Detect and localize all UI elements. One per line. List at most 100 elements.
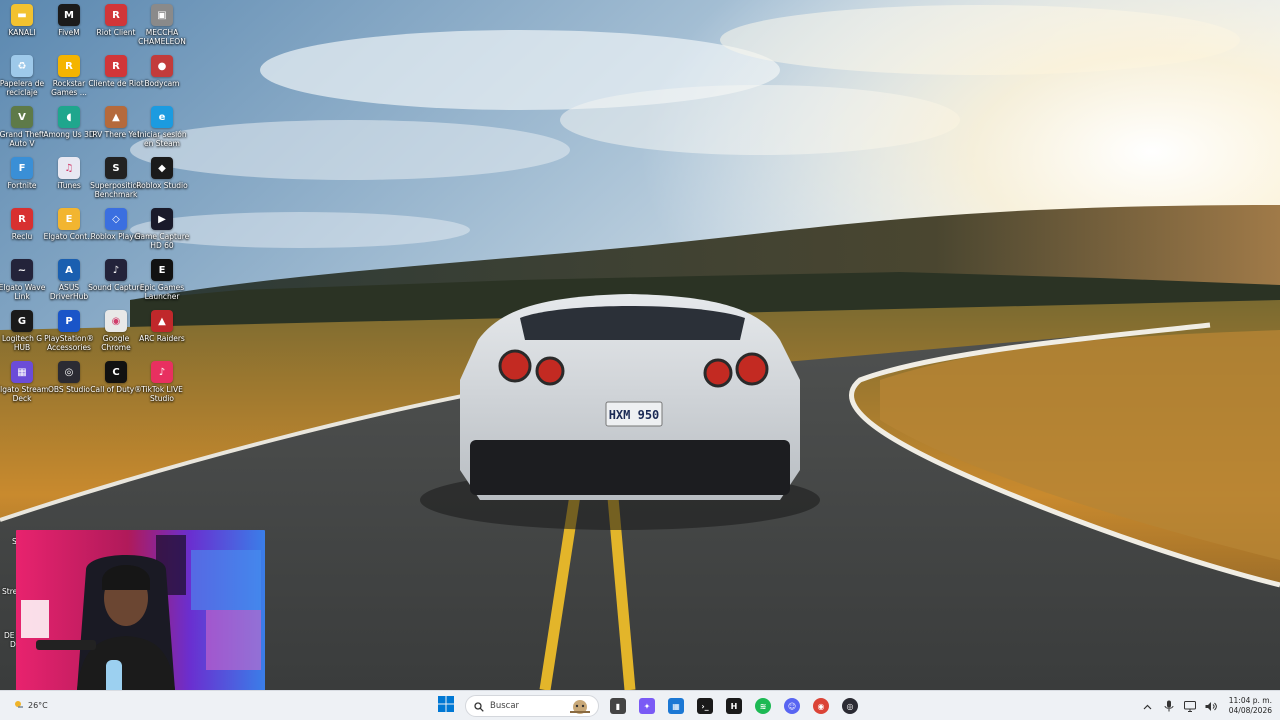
taskbar-center: ▮ ✦ ▦ ›_ H ≋ ☺ ◉ ◎ bbox=[436, 694, 860, 718]
task-view-icon: ▮ bbox=[610, 698, 626, 714]
desktop-icon[interactable]: ◖ Among Us 3D bbox=[43, 106, 95, 156]
cod-icon: C bbox=[105, 361, 127, 383]
fortnite-icon: F bbox=[11, 157, 33, 179]
system-tray: 11:04 p. m. 04/08/2026 bbox=[1141, 694, 1272, 718]
desktop-icon[interactable]: M FiveM bbox=[46, 4, 92, 54]
partial-label: D bbox=[10, 640, 16, 649]
spotify-icon: ≋ bbox=[755, 698, 771, 714]
display-tray-button[interactable] bbox=[1183, 699, 1197, 713]
search-highlight-icon bbox=[566, 698, 594, 716]
riot-client-icon: R bbox=[105, 55, 127, 77]
desktop-icon-label: TikTok LIVE Studio bbox=[141, 385, 183, 403]
desktop-icon[interactable]: E Elgato Cont... bbox=[44, 208, 94, 258]
desktop-icon[interactable]: S Superposition Benchmark bbox=[90, 157, 142, 207]
desktop-icon[interactable]: ▲ RV There Yet bbox=[92, 106, 140, 156]
webcam-overlay bbox=[16, 530, 265, 704]
app-icon: R bbox=[11, 208, 33, 230]
taskbar-app-button[interactable]: H bbox=[724, 696, 744, 716]
windows-logo-icon bbox=[438, 696, 454, 716]
desktop-icon[interactable]: A ASUS DriverHub bbox=[46, 259, 92, 309]
desktop-icon[interactable]: R Reclu bbox=[0, 208, 45, 258]
roblox-studio-icon: ◆ bbox=[151, 157, 173, 179]
desktop-icon[interactable]: F Fortnite bbox=[0, 157, 45, 207]
among-us-icon: ◖ bbox=[58, 106, 80, 128]
chrome-icon: ◉ bbox=[105, 310, 127, 332]
desktop-icon[interactable]: E Epic Games Launcher bbox=[139, 259, 185, 309]
desktop-icon[interactable]: ◎ OBS Studio bbox=[46, 361, 92, 411]
tiktok-icon: ♪ bbox=[151, 361, 173, 383]
desktop-icon-label: Roblox Studio bbox=[136, 181, 188, 190]
desktop-icon[interactable]: ◇ Roblox Player bbox=[91, 208, 141, 258]
desktop-icon-label: Bodycam bbox=[144, 79, 180, 88]
desktop-icon[interactable]: ● Bodycam bbox=[139, 55, 185, 105]
desktop-icon[interactable]: ▦ Elgato Stream Deck bbox=[0, 361, 49, 411]
bodycam-icon: ● bbox=[151, 55, 173, 77]
partial-label: Stre bbox=[2, 587, 18, 596]
desktop-icon[interactable]: ▲ ARC Raiders bbox=[139, 310, 185, 360]
desktop-icon[interactable]: V Grand Theft Auto V bbox=[0, 106, 45, 156]
playstation-icon: P bbox=[58, 310, 80, 332]
desktop-icon-label: Epic Games Launcher bbox=[139, 283, 185, 301]
desktop-icon[interactable]: R Riot Client bbox=[93, 4, 139, 54]
desktop-icon[interactable]: ▬ KANALI bbox=[0, 4, 45, 54]
taskbar-app-button[interactable]: ✦ bbox=[637, 696, 657, 716]
desktop-icon[interactable]: ◆ Roblox Studio bbox=[136, 157, 188, 207]
edge-icon: e bbox=[151, 106, 173, 128]
desktop-icon[interactable]: R Rockstar Games ... bbox=[46, 55, 92, 105]
monitor-icon bbox=[1183, 697, 1196, 716]
chrome-icon: ◉ bbox=[813, 698, 829, 714]
obs-icon: ◎ bbox=[842, 698, 858, 714]
desktop-icon[interactable]: ♪ TikTok LIVE Studio bbox=[139, 361, 185, 411]
microphone-tray-button[interactable] bbox=[1162, 699, 1176, 713]
benchmark-icon: S bbox=[105, 157, 127, 179]
microphone-icon bbox=[1164, 697, 1174, 716]
stream-deck-icon: ▦ bbox=[11, 361, 33, 383]
taskbar-app-button[interactable]: ◉ bbox=[811, 696, 831, 716]
discord-icon: ☺ bbox=[784, 698, 800, 714]
search-icon bbox=[474, 697, 484, 716]
rv-icon: ▲ bbox=[105, 106, 127, 128]
desktop-icon[interactable]: ♻ Papelera de reciclaje bbox=[0, 55, 45, 105]
speaker-icon bbox=[1205, 697, 1217, 716]
desktop-icon[interactable]: P PlayStation® Accessories bbox=[44, 310, 94, 360]
desktop-icon[interactable]: ▣ MECCHA CHAMELEON bbox=[138, 4, 186, 54]
show-hidden-icons-button[interactable] bbox=[1141, 699, 1155, 713]
taskbar-search-box[interactable] bbox=[465, 695, 599, 717]
recycle-bin-icon: ♻ bbox=[11, 55, 33, 77]
partial-label: DE bbox=[4, 631, 15, 640]
desktop-icon[interactable]: ◉ Google Chrome bbox=[93, 310, 139, 360]
app-h-icon: H bbox=[726, 698, 742, 714]
taskbar-app-button[interactable]: ▮ bbox=[608, 696, 628, 716]
taskbar-app-button[interactable]: ▦ bbox=[666, 696, 686, 716]
desktop-icon[interactable]: ▶ Game Capture HD 60 bbox=[135, 208, 189, 258]
arc-raiders-icon: ▲ bbox=[151, 310, 173, 332]
desktop-icon[interactable]: C Call of Duty® bbox=[90, 361, 142, 411]
taskbar-app-button[interactable]: ☺ bbox=[782, 696, 802, 716]
desktop-icon-label: Iniciar sesión en Steam bbox=[137, 130, 187, 148]
elgato-icon: E bbox=[58, 208, 80, 230]
taskbar-app-button[interactable]: ≋ bbox=[753, 696, 773, 716]
epic-icon: E bbox=[151, 259, 173, 281]
taskbar-app-button[interactable]: ›_ bbox=[695, 696, 715, 716]
desktop-icon[interactable]: ~ Elgato Wave Link bbox=[0, 259, 45, 309]
game-icon: ▣ bbox=[151, 4, 173, 26]
clock-button[interactable]: 11:04 p. m. 04/08/2026 bbox=[1229, 696, 1272, 716]
roblox-icon: ◇ bbox=[105, 208, 127, 230]
desktop-icon[interactable]: e Iniciar sesión en Steam bbox=[137, 106, 187, 156]
folder-icon: ▬ bbox=[11, 4, 33, 26]
logitech-icon: G bbox=[11, 310, 33, 332]
riot-client-icon: R bbox=[105, 4, 127, 26]
taskbar-app-button[interactable]: ◎ bbox=[840, 696, 860, 716]
volume-tray-button[interactable] bbox=[1204, 699, 1218, 713]
search-input[interactable] bbox=[490, 701, 570, 711]
desktop-icon[interactable]: ♫ iTunes bbox=[46, 157, 92, 207]
weather-widget[interactable]: 26°C bbox=[14, 699, 48, 711]
start-button[interactable] bbox=[436, 696, 456, 716]
desktop-icon[interactable]: G Logitech G HUB bbox=[0, 310, 45, 360]
taskbar: 26°C ▮ ✦ ▦ ›_ H ≋ ☺ ◉ ◎ bbox=[0, 690, 1280, 720]
weather-temperature: 26°C bbox=[28, 700, 48, 710]
chevron-up-icon bbox=[1143, 697, 1152, 716]
desktop-icon[interactable]: R Cliente de Riot bbox=[88, 55, 144, 105]
asus-icon: A bbox=[58, 259, 80, 281]
desktop-icon[interactable]: ♪ Sound Capture bbox=[88, 259, 144, 309]
